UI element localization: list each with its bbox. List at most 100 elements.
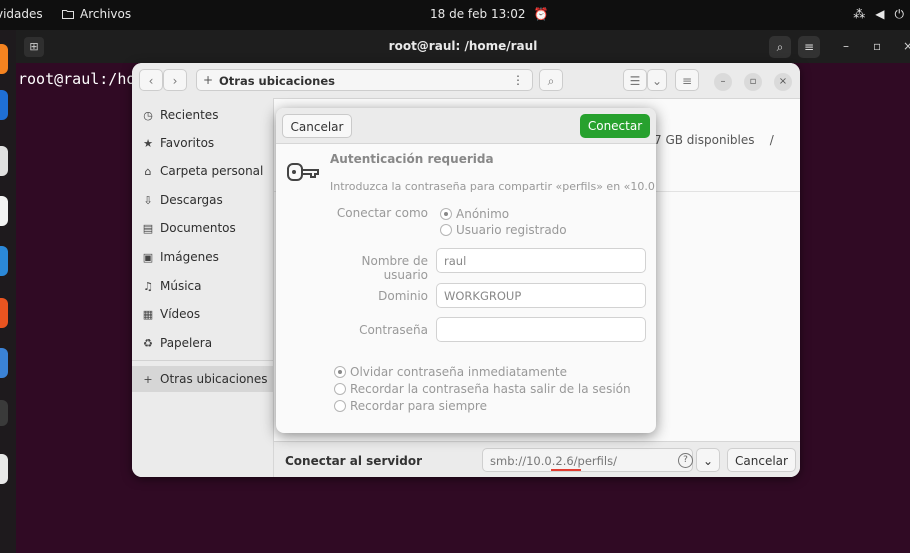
power-icon: ⏻	[894, 7, 905, 21]
sidebar-divider	[132, 360, 273, 361]
radio-icon	[334, 366, 346, 378]
video-icon: ▦	[142, 307, 154, 321]
path-bar[interactable]: + Otras ubicaciones ⋮	[196, 69, 533, 91]
path-label: Otras ubicaciones	[219, 74, 335, 88]
plus-icon: +	[143, 372, 153, 386]
domain-field[interactable]: WORKGROUP	[436, 283, 646, 308]
connect-as-label: Conectar como	[336, 206, 428, 220]
close-icon[interactable]: ×	[903, 39, 910, 53]
sidebar-item-label: Descargas	[160, 193, 223, 207]
sidebar-item-musica[interactable]: ♫ Música	[132, 273, 273, 299]
system-tray[interactable]: ⁂ ◀ ⏻	[853, 7, 904, 22]
username-field[interactable]: raul	[436, 248, 646, 273]
view-options-button[interactable]: ⌄	[647, 69, 667, 91]
server-history-button[interactable]: ⌄	[696, 448, 720, 472]
dock-writer-icon[interactable]	[0, 246, 8, 276]
domain-value: WORKGROUP	[444, 289, 522, 303]
clock[interactable]: 18 de feb 13:02 ⏰	[430, 7, 548, 21]
radio-forget-password[interactable]: Olvidar contraseña inmediatamente	[334, 365, 567, 379]
menu-button[interactable]: ≡	[675, 69, 699, 91]
document-icon: ▤	[142, 221, 154, 235]
radio-label: Recordar para siempre	[350, 399, 487, 413]
cancel-button[interactable]: Cancelar	[282, 114, 352, 138]
radio-label: Anónimo	[456, 207, 510, 221]
app-name: Archivos	[80, 7, 132, 21]
terminal-menu-icon[interactable]: ≡	[798, 36, 820, 58]
dialog-title: Autenticación requerida	[330, 152, 494, 166]
username-label: Nombre de usuario	[361, 254, 429, 282]
sidebar-item-recientes[interactable]: ◷ Recientes	[132, 102, 273, 128]
top-bar: vidades Archivos 18 de feb 13:02 ⏰ ⁂ ◀ ⏻	[0, 0, 910, 30]
dock-terminal-icon[interactable]	[0, 400, 8, 426]
terminal-header: ⊞ root@raul: /home/raul ⌕ ≡ – ▫ ×	[16, 30, 910, 63]
sidebar: ◷ Recientes ★ Favoritos ⌂ Carpeta personal …	[132, 98, 274, 477]
back-button[interactable]: ‹	[139, 69, 163, 91]
sidebar-item-label: Carpeta personal	[160, 164, 264, 178]
minimize-icon[interactable]: –	[843, 39, 849, 53]
connect-button[interactable]: Conectar	[580, 114, 650, 138]
dock-trash-icon[interactable]	[0, 454, 8, 484]
maximize-icon[interactable]: ▫	[744, 73, 762, 91]
maximize-icon[interactable]: ▫	[873, 39, 881, 53]
dock-firefox-icon[interactable]	[0, 44, 8, 74]
password-label: Contraseña	[359, 323, 428, 337]
dock-thunderbird-icon[interactable]	[0, 90, 8, 120]
sidebar-item-label: Vídeos	[160, 307, 201, 321]
dialog-header: Cancelar Conectar	[276, 108, 656, 144]
radio-icon	[440, 208, 452, 220]
sidebar-item-papelera[interactable]: ♻ Papelera	[132, 330, 273, 356]
star-icon: ★	[143, 136, 153, 150]
path-menu-icon[interactable]: ⋮	[512, 73, 524, 87]
download-icon: ⇩	[143, 193, 153, 207]
sidebar-item-label: Favoritos	[160, 136, 215, 150]
trash-icon: ♻	[143, 336, 153, 350]
volume-icon: ◀	[875, 7, 885, 21]
server-address-input[interactable]: smb://10.0.2.6/perfils/ ?	[482, 448, 693, 472]
sidebar-item-favoritos[interactable]: ★ Favoritos	[132, 130, 273, 156]
radio-anonymous[interactable]: Anónimo	[440, 207, 509, 221]
disk-free-label: 7 GB disponibles	[654, 133, 755, 147]
dock-help-icon[interactable]	[0, 348, 8, 378]
connect-server-label: Conectar al servidor	[285, 454, 423, 468]
sidebar-item-label: Documentos	[160, 221, 236, 235]
dock-rhythmbox-icon[interactable]	[0, 196, 8, 226]
radio-registered-user[interactable]: Usuario registrado	[440, 223, 567, 237]
sidebar-item-videos[interactable]: ▦ Vídeos	[132, 301, 273, 327]
activities-button[interactable]: vidades	[0, 7, 43, 21]
search-button[interactable]: ⌕	[539, 69, 563, 91]
radio-label: Usuario registrado	[456, 223, 567, 237]
radio-icon	[334, 383, 346, 395]
sidebar-item-descargas[interactable]: ⇩ Descargas	[132, 187, 273, 213]
radio-remember-session[interactable]: Recordar la contraseña hasta salir de la…	[334, 382, 631, 396]
password-field[interactable]	[436, 317, 646, 342]
files-header: ‹ › + Otras ubicaciones ⋮ ⌕ ☰ ⌄ ≡ – ▫ ×	[132, 63, 800, 99]
sidebar-item-label: Música	[160, 279, 202, 293]
dock-files-icon[interactable]	[0, 146, 8, 176]
terminal-prompt[interactable]: root@raul:/ho	[18, 70, 135, 88]
disk-path: /	[769, 133, 774, 147]
forward-button[interactable]: ›	[163, 69, 187, 91]
sidebar-item-documentos[interactable]: ▤ Documentos	[132, 215, 273, 241]
minimize-icon[interactable]: –	[714, 73, 732, 91]
key-icon	[287, 163, 319, 181]
app-menu[interactable]: Archivos	[62, 7, 131, 21]
close-icon[interactable]: ×	[774, 73, 792, 91]
connect-server-bar: Conectar al servidor smb://10.0.2.6/perf…	[274, 441, 800, 477]
plus-icon: +	[203, 73, 214, 87]
view-list-button[interactable]: ☰	[623, 69, 647, 91]
radio-remember-forever[interactable]: Recordar para siempre	[334, 399, 487, 413]
dock-software-icon[interactable]	[0, 298, 8, 328]
sidebar-item-otras-ubicaciones[interactable]: + Otras ubicaciones	[132, 366, 273, 392]
terminal-search-icon[interactable]: ⌕	[769, 36, 791, 58]
sidebar-item-label: Otras ubicaciones	[160, 372, 268, 386]
alarm-icon: ⏰	[533, 7, 549, 21]
network-icon: ⁂	[853, 7, 866, 21]
folder-icon	[62, 10, 74, 19]
sidebar-item-label: Papelera	[160, 336, 213, 350]
radio-icon	[334, 400, 346, 412]
help-icon[interactable]: ?	[678, 453, 693, 468]
disk-info[interactable]: 7 GB disponibles /	[654, 133, 774, 147]
connect-cancel-button[interactable]: Cancelar	[727, 448, 796, 472]
sidebar-item-imagenes[interactable]: ▣ Imágenes	[132, 244, 273, 270]
sidebar-item-carpeta-personal[interactable]: ⌂ Carpeta personal	[132, 158, 273, 184]
